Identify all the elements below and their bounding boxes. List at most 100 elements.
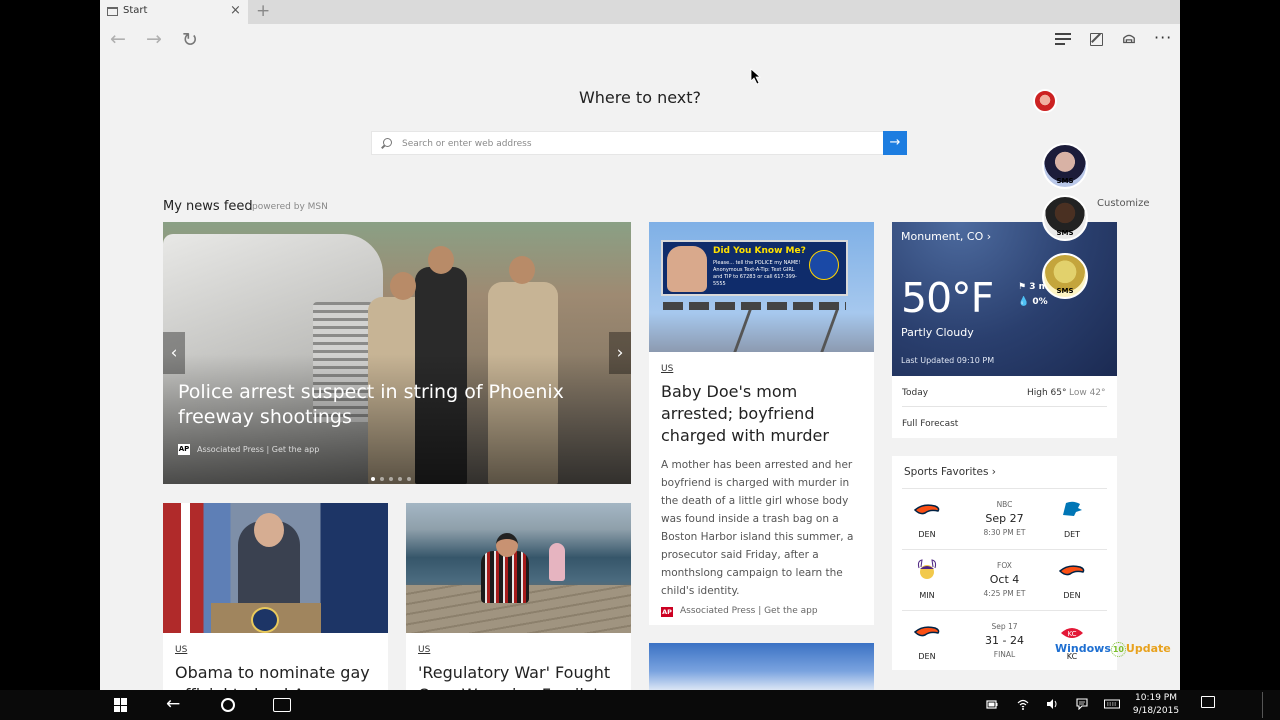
article-headline[interactable]: Obama to nominate gay official to lead A… <box>175 662 380 690</box>
police-seal-icon <box>809 250 839 280</box>
people-avatar[interactable] <box>1033 89 1057 113</box>
wifi-icon[interactable] <box>1017 698 1029 710</box>
carousel-dot[interactable] <box>407 477 411 481</box>
back-button[interactable]: ← <box>110 28 126 50</box>
carousel-dot[interactable] <box>398 477 402 481</box>
battery-icon[interactable] <box>986 698 998 710</box>
show-desktop-button[interactable] <box>1262 692 1263 718</box>
game-network: Sep 17 <box>991 622 1018 631</box>
game-time: 8:30 PM ET <box>983 528 1026 537</box>
full-forecast-link[interactable]: Full Forecast <box>902 419 958 429</box>
game-row[interactable]: MIN FOX Oct 4 4:25 PM ET DEN <box>902 549 1107 610</box>
article-source[interactable]: Associated Press | Get the app <box>680 606 818 616</box>
news-feed-powered-by: powered by MSN <box>252 202 328 212</box>
broncos-logo-icon <box>1058 565 1085 576</box>
team-abbr: DEN <box>918 530 936 539</box>
carousel-dot[interactable] <box>389 477 393 481</box>
weather-location-text: Monument, CO <box>901 230 984 243</box>
vikings-logo-icon <box>917 559 937 579</box>
news-feed-title: My news feed <box>163 199 253 214</box>
wind-icon: ⚑ <box>1018 282 1030 292</box>
sms-contact-avatar[interactable]: SMS <box>1042 195 1088 241</box>
more-icon[interactable]: ··· <box>1154 28 1171 47</box>
article-category[interactable]: US <box>418 645 430 655</box>
watermark-number: 10 <box>1110 642 1126 657</box>
sms-contact-avatar[interactable]: SMS <box>1042 253 1088 299</box>
article-category[interactable]: US <box>175 645 187 655</box>
mouse-cursor-icon <box>750 68 762 85</box>
article-headline[interactable]: 'Regulatory War' Fought Over Wyoming Fam… <box>418 662 623 690</box>
article-card-obama[interactable]: US Obama to nominate gay official to lea… <box>163 503 388 690</box>
billboard-pole <box>733 310 839 352</box>
weather-location[interactable]: Monument, CO › <box>901 230 991 243</box>
hub-icon[interactable] <box>1055 33 1071 47</box>
article-image <box>163 503 388 633</box>
task-view-icon[interactable] <box>273 698 291 712</box>
weather-precip: 💧 0% <box>1018 297 1048 307</box>
notifications-icon[interactable] <box>1201 696 1215 708</box>
article-card-regulatory-war[interactable]: US 'Regulatory War' Fought Over Wyoming … <box>406 503 631 690</box>
new-tab-button[interactable]: + <box>256 1 270 21</box>
broncos-logo-icon <box>913 626 940 637</box>
taskbar: ← <box>0 690 1280 720</box>
tab-start[interactable]: Start × <box>100 0 248 24</box>
weather-panel: Monument, CO › 50°F ⚑ 3 mph 💧 0% Partly … <box>892 222 1117 376</box>
cortana-icon[interactable] <box>221 698 235 712</box>
volume-icon[interactable] <box>1046 698 1058 710</box>
search-input[interactable] <box>402 136 872 151</box>
taskbar-clock-time[interactable]: 10:19 PM <box>1126 693 1186 703</box>
hero-image-head <box>509 256 535 284</box>
divider <box>902 406 1107 407</box>
billboard-lights <box>663 302 846 310</box>
action-center-icon[interactable] <box>1076 698 1088 710</box>
taskbar-back-icon[interactable]: ← <box>166 694 180 714</box>
weather-updated: Last Updated 09:10 PM <box>901 356 995 365</box>
customize-link[interactable]: Customize <box>1097 198 1150 209</box>
hero-story[interactable]: ‹ › Police arrest suspect in string of P… <box>163 222 631 484</box>
tab-strip: Start × + <box>100 0 1180 24</box>
image-person <box>481 551 529 603</box>
article-image: Did You Know Me? Please... tell the POLI… <box>649 222 874 352</box>
tab-title: Start <box>123 5 148 16</box>
page-icon <box>107 7 118 16</box>
chiefs-logo-icon: KC <box>1061 628 1083 638</box>
watermark-text-left: Windows <box>1055 642 1111 655</box>
game-row[interactable]: DEN Sep 17 31 - 24 FINAL KC KC <box>902 610 1107 671</box>
chevron-right-icon: › <box>991 466 996 478</box>
carousel-dot[interactable] <box>380 477 384 481</box>
weather-card[interactable]: Monument, CO › 50°F ⚑ 3 mph 💧 0% Partly … <box>892 222 1117 438</box>
hero-prev-button[interactable]: ‹ <box>163 332 185 374</box>
watermark-logo: Windows 10 Update <box>1055 642 1171 657</box>
forward-button[interactable]: → <box>146 28 162 50</box>
carousel-dot[interactable] <box>371 477 375 481</box>
close-tab-icon[interactable]: × <box>230 3 241 18</box>
hero-headline[interactable]: Police arrest suspect in string of Phoen… <box>178 380 618 430</box>
broncos-logo-icon <box>913 504 940 515</box>
watermark-text-right: Update <box>1125 642 1171 655</box>
windows-start-icon[interactable] <box>114 698 128 712</box>
search-icon <box>383 138 392 147</box>
hero-source[interactable]: Associated Press | Get the app <box>197 445 319 454</box>
team-abbr: DEN <box>1063 591 1081 600</box>
sms-contact-avatar[interactable]: SMS <box>1042 143 1088 189</box>
raindrop-icon: 💧 <box>1018 297 1033 307</box>
web-note-icon[interactable] <box>1090 33 1103 46</box>
article-card-next[interactable] <box>649 643 874 690</box>
sports-title[interactable]: Sports Favorites › <box>904 466 996 478</box>
search-go-button[interactable]: → <box>883 131 907 155</box>
sports-favorites-card[interactable]: Sports Favorites › DEN NBC Sep 27 8:30 P… <box>892 456 1117 670</box>
hero-image-head <box>428 246 454 274</box>
keyboard-icon[interactable] <box>1104 698 1120 710</box>
refresh-button[interactable]: ↻ <box>182 29 198 51</box>
image-child <box>549 543 565 581</box>
share-icon[interactable] <box>1121 32 1137 46</box>
article-card-baby-doe[interactable]: Did You Know Me? Please... tell the POLI… <box>649 222 874 625</box>
image-head <box>496 533 518 557</box>
article-category[interactable]: US <box>661 364 673 374</box>
article-headline[interactable]: Baby Doe's mom arrested; boyfriend charg… <box>661 381 866 447</box>
search-box[interactable] <box>371 131 907 155</box>
taskbar-clock-date[interactable]: 9/18/2015 <box>1126 706 1186 716</box>
svg-text:KC: KC <box>1067 630 1076 638</box>
hero-next-button[interactable]: › <box>609 332 631 374</box>
game-row[interactable]: DEN NBC Sep 27 8:30 PM ET DET <box>902 488 1107 549</box>
